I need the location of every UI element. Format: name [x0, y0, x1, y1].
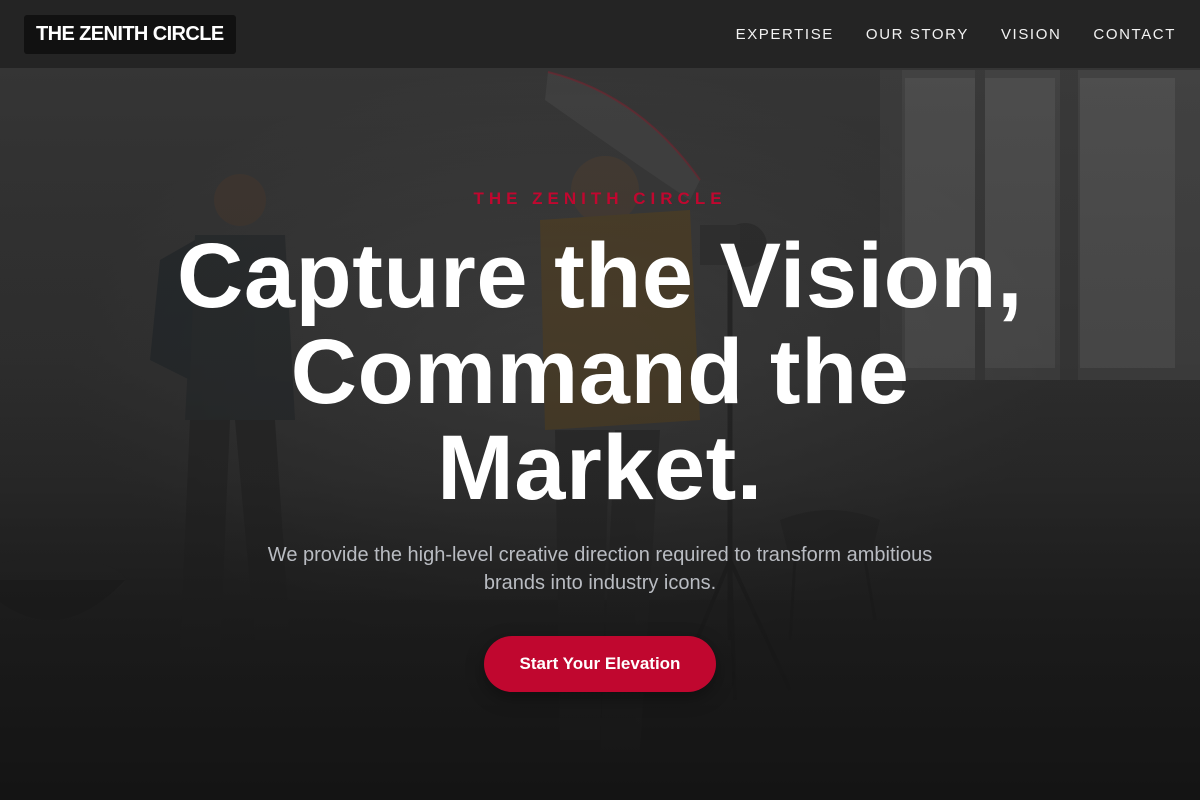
nav-link-our-story[interactable]: OUR STORY — [866, 26, 969, 43]
headline-line-3: Market. — [437, 417, 763, 519]
subtext-line-1: We provide the high-level creative direc… — [267, 544, 933, 566]
hero-headline: Capture the Vision, Command the Market. — [100, 228, 1100, 516]
hero-section: THE ZENITH CIRCLE Capture the Vision, Co… — [0, 0, 1200, 800]
nav-link-contact[interactable]: CONTACT — [1093, 26, 1176, 43]
site-logo[interactable]: THE ZENITH CIRCLE — [24, 14, 236, 54]
site-header: THE ZENITH CIRCLE EXPERTISE OUR STORY VI… — [0, 0, 1200, 68]
main-navigation: EXPERTISE OUR STORY VISION CONTACT — [736, 26, 1176, 43]
headline-line-2: Command the — [290, 321, 910, 423]
hero-subtext: We provide the high-level creative direc… — [255, 541, 945, 597]
subtext-line-2: brands into industry icons. — [483, 572, 717, 594]
headline-line-1: Capture the Vision, — [176, 225, 1024, 327]
start-elevation-button[interactable]: Start Your Elevation — [484, 636, 716, 692]
nav-link-expertise[interactable]: EXPERTISE — [736, 26, 834, 43]
hero-eyebrow: THE ZENITH CIRCLE — [473, 189, 727, 208]
nav-link-vision[interactable]: VISION — [1001, 26, 1061, 43]
page: THE ZENITH CIRCLE EXPERTISE OUR STORY VI… — [0, 0, 1200, 800]
